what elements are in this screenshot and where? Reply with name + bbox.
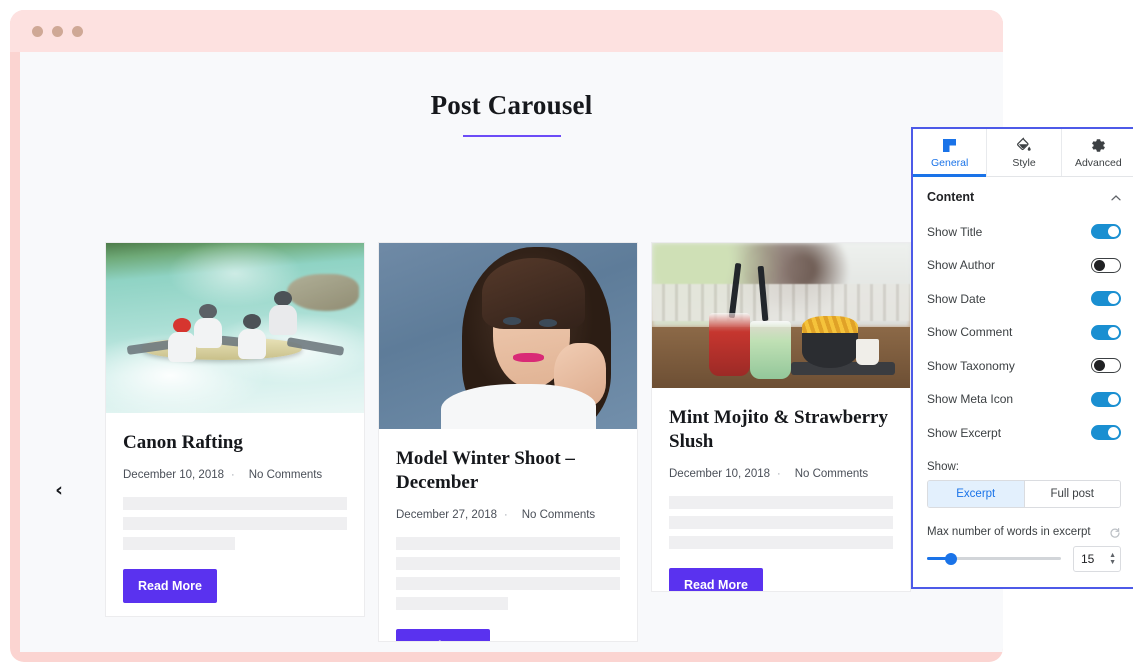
toggle-show-excerpt[interactable] [1091,425,1121,441]
max-words-label: Max number of words in excerpt [927,525,1091,538]
setting-row-show-date: Show Date [913,282,1133,316]
max-words-slider-row: 15 ▲ ▼ [913,545,1133,572]
carousel-card[interactable]: Model Winter Shoot – December December 2… [378,242,638,642]
card-title[interactable]: Model Winter Shoot – December [396,447,620,495]
tab-advanced-label: Advanced [1074,156,1122,169]
card-excerpt-placeholder [669,495,893,549]
read-more-button[interactable]: Read More [123,568,217,603]
show-field-label: Show: [927,460,959,473]
max-words-slider[interactable] [927,552,1061,565]
content-section-title: Content [927,190,975,204]
tab-general[interactable]: General [913,129,988,177]
toggle-show-comment[interactable] [1091,324,1121,340]
setting-row-show-title: Show Title [913,215,1133,249]
read-more-button[interactable]: Read More [669,567,763,591]
read-more-button[interactable]: Read More [396,628,490,641]
meta-separator: · [504,508,508,521]
post-carousel: ‹ Canon Rafting December 10, 2018 · No C… [20,202,1003,652]
setting-label: Show Date [927,291,986,306]
card-meta: December 27, 2018 · No Comments [396,509,620,521]
toggle-show-author[interactable] [1091,257,1121,273]
card-date: December 10, 2018 [669,467,771,480]
reset-icon[interactable] [1109,526,1121,538]
setting-label: Show Taxonomy [927,358,1015,373]
spinner-down-icon[interactable]: ▼ [1109,559,1116,566]
setting-row-show-comment: Show Comment [913,316,1133,350]
card-title[interactable]: Mint Mojito & Strawberry Slush [669,406,893,454]
maximize-dot[interactable] [72,25,83,37]
paint-bucket-icon [1015,136,1032,154]
content-section-header[interactable]: Content [913,177,1133,215]
setting-label: Show Author [927,258,996,273]
segment-excerpt[interactable]: Excerpt [928,480,1024,507]
setting-label: Show Excerpt [927,425,1002,440]
setting-row-show-meta-icon: Show Meta Icon [913,383,1133,417]
widget-square-icon [941,137,958,154]
page-heading: Post Carousel [20,52,1003,137]
card-title[interactable]: Canon Rafting [123,431,347,455]
max-words-value: 15 [1081,551,1095,566]
spinner-up-icon[interactable]: ▲ [1109,552,1116,559]
segment-full-post[interactable]: Full post [1023,480,1120,507]
meta-separator: · [231,468,235,481]
setting-row-show-taxonomy: Show Taxonomy [913,349,1133,383]
carousel-card[interactable]: Canon Rafting December 10, 2018 · No Com… [105,242,365,617]
show-segmented-control: Excerpt Full post [927,479,1121,508]
heading-underline [462,135,561,137]
tab-style-label: Style [1012,156,1036,169]
minimize-dot[interactable] [52,25,63,37]
max-words-row: Max number of words in excerpt [913,508,1133,546]
page-viewport: Post Carousel ‹ Canon Rafting December 1… [20,52,1003,652]
tab-general-label: General [930,156,969,169]
card-comments: No Comments [794,467,869,480]
card-meta: December 10, 2018 · No Comments [123,469,347,481]
browser-window-frame: Post Carousel ‹ Canon Rafting December 1… [10,10,1003,662]
slider-thumb[interactable] [945,552,958,565]
tab-advanced[interactable]: Advanced [1062,129,1133,176]
panel-tab-bar: General Style Advanced [913,129,1133,177]
meta-separator: · [777,467,781,480]
card-meta: December 10, 2018 · No Comments [669,468,893,480]
card-date: December 10, 2018 [123,468,225,481]
number-spinner[interactable]: ▲ ▼ [1109,552,1116,566]
card-image-model [379,243,637,429]
close-dot[interactable] [32,25,43,37]
widget-settings-panel: General Style Advanced Content Show Titl… [911,127,1133,589]
carousel-prev-arrow-icon[interactable]: ‹ [46,477,72,503]
setting-label: Show Comment [927,325,1013,340]
card-image-rafting [106,243,364,413]
toggle-show-meta-icon[interactable] [1091,391,1121,407]
max-words-number-input[interactable]: 15 ▲ ▼ [1073,545,1121,572]
card-comments: No Comments [521,508,596,521]
card-date: December 27, 2018 [396,508,498,521]
card-image-drinks [652,243,910,388]
setting-row-show-excerpt: Show Excerpt [913,416,1133,450]
toggle-show-date[interactable] [1091,291,1121,307]
gear-icon [1090,137,1107,154]
setting-label: Show Meta Icon [927,392,1014,407]
toggle-show-title[interactable] [1091,224,1121,240]
chevron-up-icon[interactable] [1110,192,1121,203]
card-excerpt-placeholder [396,536,620,610]
card-comments: No Comments [248,468,323,481]
setting-label: Show Title [927,224,983,239]
carousel-card[interactable]: Mint Mojito & Strawberry Slush December … [651,242,911,592]
setting-row-show-author: Show Author [913,249,1133,283]
page-title: Post Carousel [430,90,593,120]
tab-style[interactable]: Style [987,129,1062,176]
window-titlebar [10,10,1003,52]
card-excerpt-placeholder [123,496,347,550]
toggle-show-taxonomy[interactable] [1091,358,1121,374]
